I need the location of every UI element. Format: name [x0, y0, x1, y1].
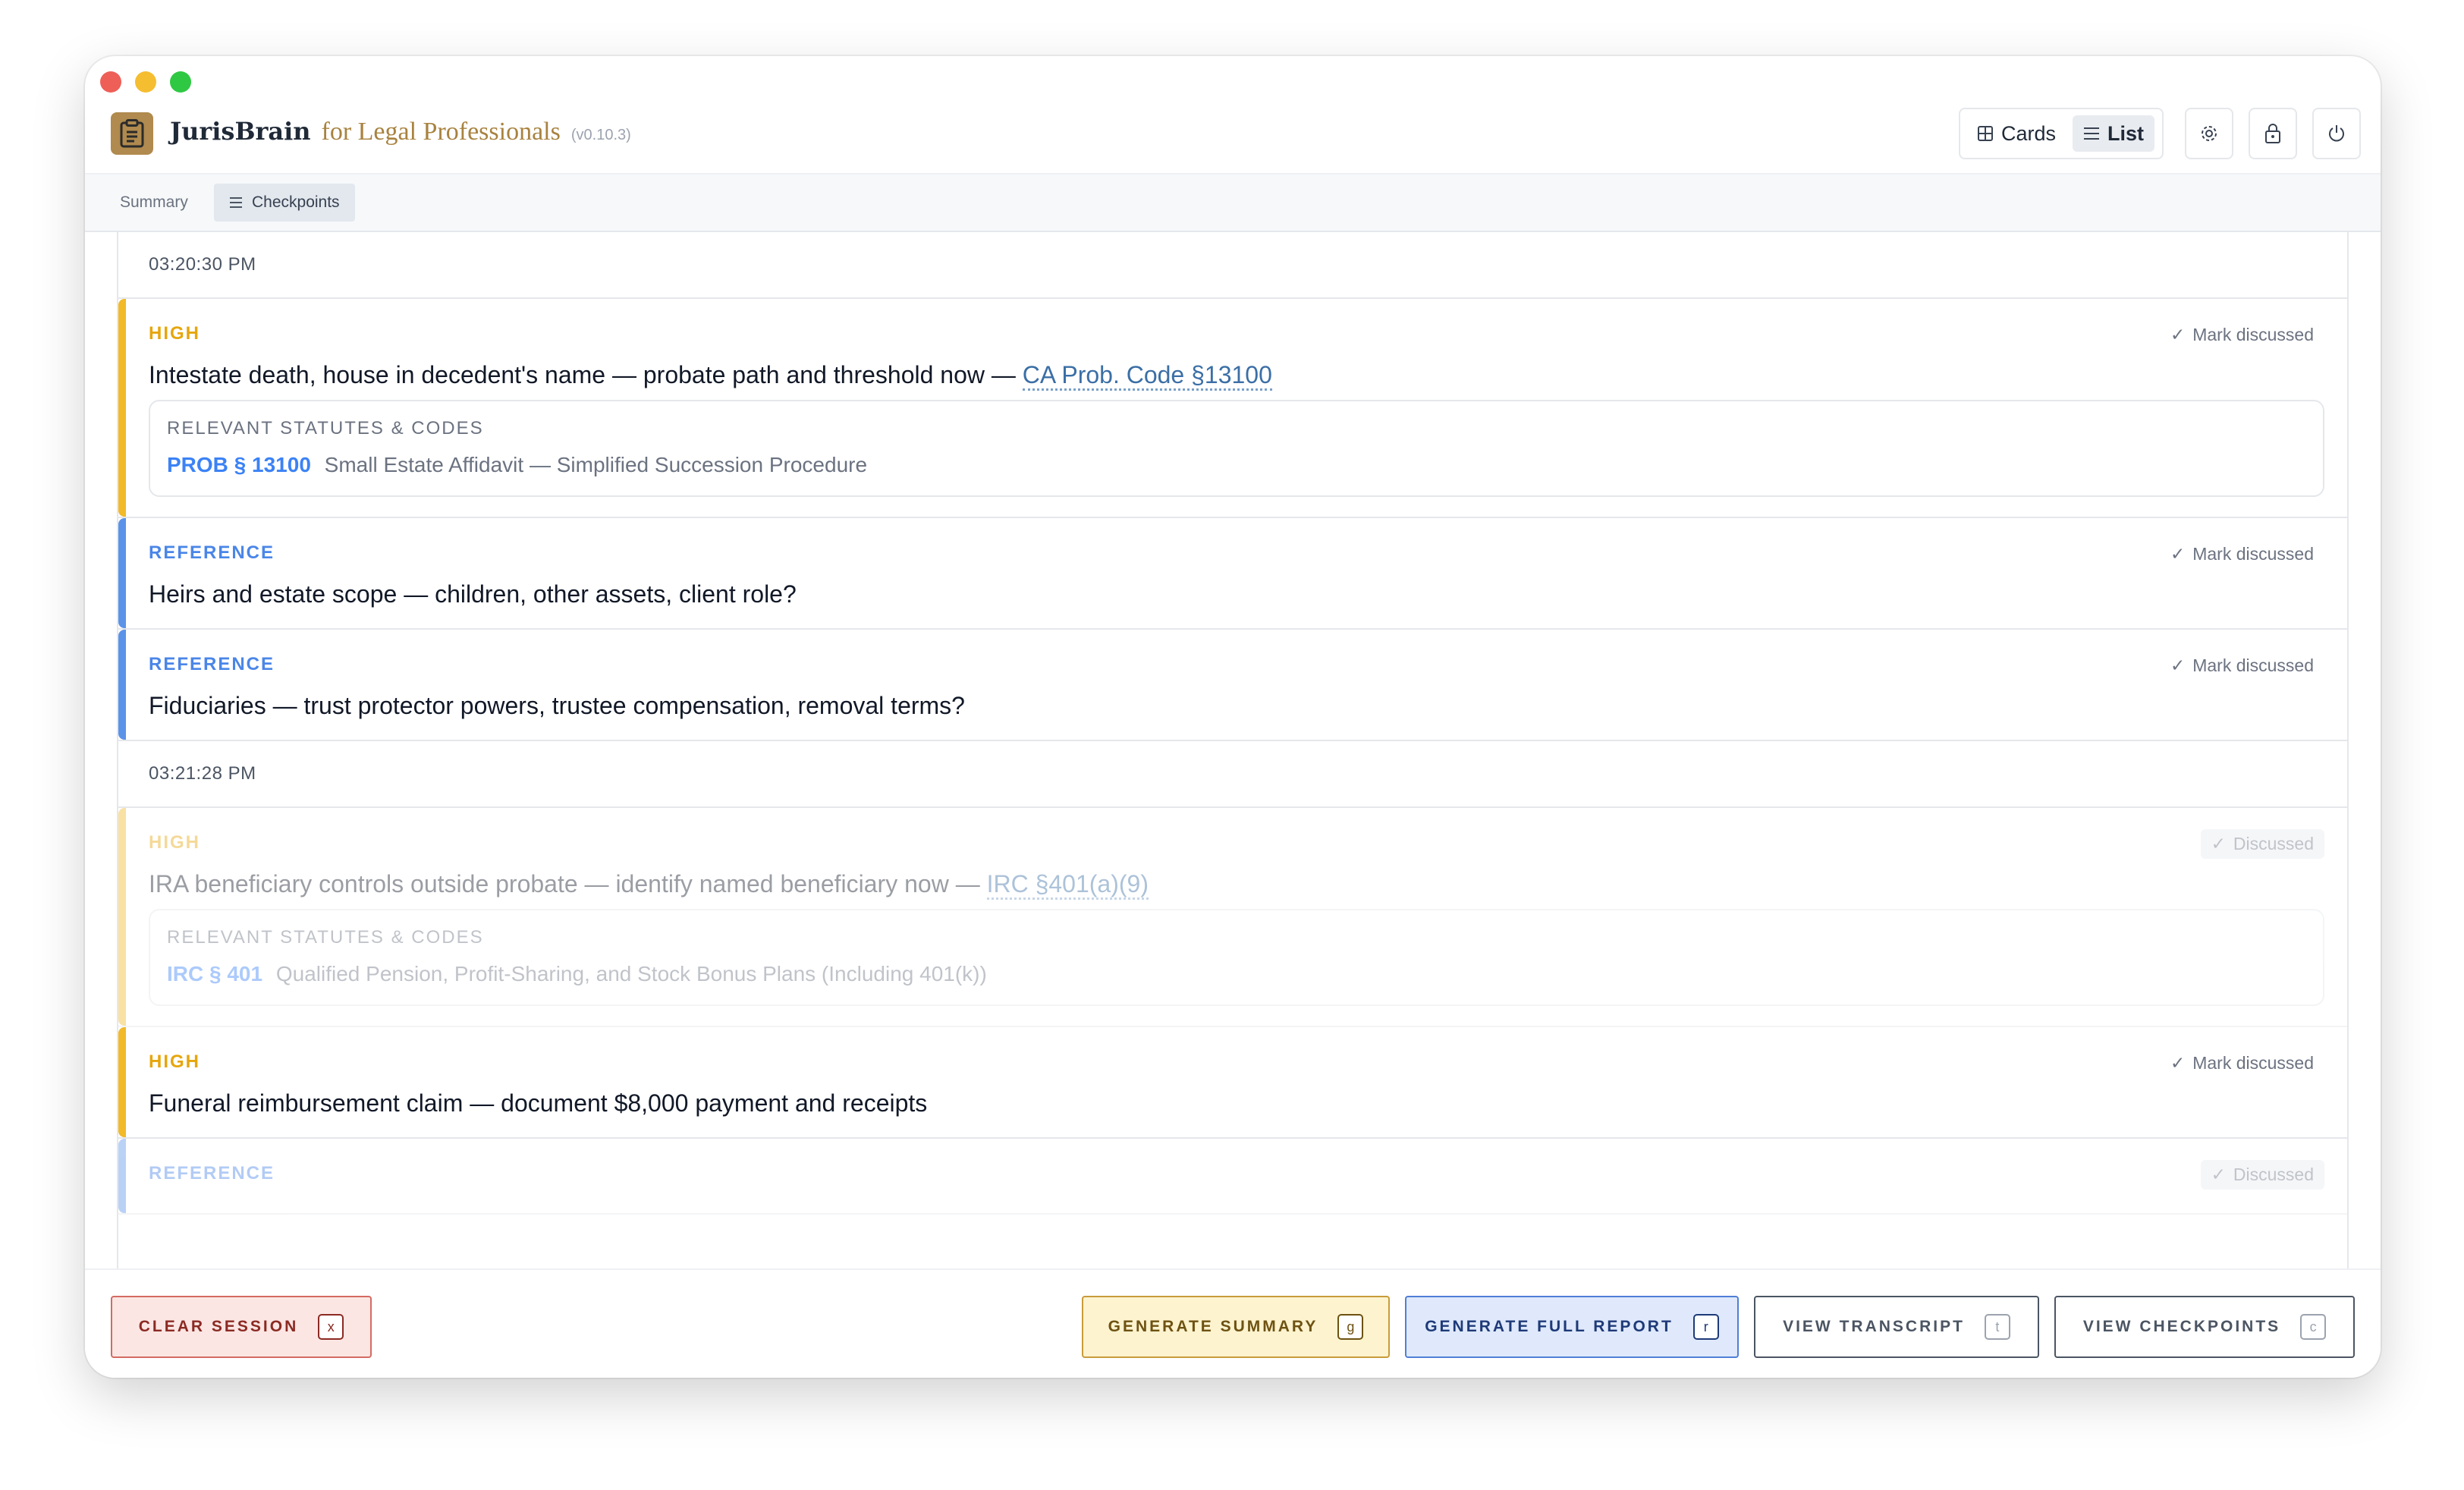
check-icon: ✓ [2170, 325, 2186, 344]
generate-full-report-label: GENERATE FULL REPORT [1425, 1318, 1674, 1335]
grid-icon [1978, 126, 1993, 141]
priority-badge: REFERENCE [149, 654, 275, 674]
priority-badge: HIGH [149, 323, 200, 344]
shortcut-key: g [1337, 1314, 1364, 1340]
tab-bar: Summary Checkpoints [85, 174, 2381, 232]
checkpoint-title-text: Intestate death, house in decedent's nam… [149, 361, 1023, 388]
checkpoint-title: Fiduciaries — trust protector powers, tr… [149, 692, 965, 719]
lock-button[interactable] [2249, 108, 2297, 159]
list-icon [2084, 127, 2100, 140]
view-transcript-button[interactable]: VIEW TRANSCRIPT t [1754, 1296, 2039, 1358]
mark-discussed-label: Mark discussed [2192, 1053, 2314, 1073]
power-button[interactable] [2312, 108, 2361, 159]
view-checkpoints-label: VIEW CHECKPOINTS [2082, 1318, 2281, 1335]
citation-link[interactable]: IRC §401(a)(9) [986, 870, 1149, 900]
checkpoint-card: HIGH ✓ Discussed IRA beneficiary control… [118, 808, 2347, 1027]
checkpoint-card: HIGH ✓ Mark discussed Funeral reimbursem… [118, 1027, 2347, 1139]
checkpoint-card: HIGH ✓ Mark discussed Intestate death, h… [118, 299, 2347, 518]
priority-badge: HIGH [149, 1051, 200, 1072]
generate-summary-label: GENERATE SUMMARY [1108, 1318, 1318, 1335]
checkpoint-title: Intestate death, house in decedent's nam… [149, 361, 2324, 391]
cards-view-label: Cards [2001, 121, 2057, 145]
app-subtitle: for Legal Professionals [321, 118, 561, 146]
generate-summary-button[interactable]: GENERATE SUMMARY g [1082, 1296, 1390, 1358]
shortcut-key: r [1692, 1314, 1719, 1340]
mark-discussed-label: Mark discussed [2192, 544, 2314, 564]
action-bar: CLEAR SESSION x GENERATE SUMMARY g GENER… [85, 1268, 2381, 1378]
app-title: JurisBrain for Legal Professionals (v0.1… [170, 117, 631, 146]
gear-icon [2202, 126, 2217, 141]
cards-view-button[interactable]: Cards [1966, 115, 2066, 152]
priority-badge: REFERENCE [149, 1163, 275, 1184]
checkpoint-title: Funeral reimbursement claim — document $… [149, 1089, 928, 1117]
view-transcript-label: VIEW TRANSCRIPT [1783, 1318, 1965, 1335]
generate-full-report-button[interactable]: GENERATE FULL REPORT r [1405, 1296, 1739, 1358]
checkpoint-title: IRA beneficiary controls outside probate… [149, 870, 2324, 900]
app-window: JurisBrain for Legal Professionals (v0.1… [85, 56, 2381, 1378]
check-icon: ✓ [2170, 655, 2186, 675]
checkpoint-title: Heirs and estate scope — children, other… [149, 580, 797, 608]
clear-session-button[interactable]: CLEAR SESSION x [111, 1296, 372, 1358]
statute-code-link[interactable]: IRC § 401 [167, 962, 262, 985]
shortcut-key: x [318, 1314, 344, 1340]
shortcut-key: c [2300, 1314, 2327, 1340]
mark-discussed-button[interactable]: ✓ Mark discussed [2170, 544, 2314, 564]
statutes-heading: RELEVANT STATUTES & CODES [167, 927, 484, 948]
mark-discussed-button[interactable]: ✓ Mark discussed [2170, 655, 2314, 676]
mark-discussed-label: Mark discussed [2192, 655, 2314, 675]
priority-badge: HIGH [149, 832, 200, 853]
tab-checkpoints[interactable]: Checkpoints [214, 184, 355, 222]
checkpoint-card: REFERENCE ✓ Discussed [118, 1139, 2347, 1215]
check-icon: ✓ [2211, 834, 2226, 853]
statute-description: Small Estate Affidavit — Simplified Succ… [324, 453, 868, 476]
statutes-heading: RELEVANT STATUTES & CODES [167, 418, 484, 439]
list-view-label: List [2107, 121, 2145, 145]
check-icon: ✓ [2170, 1053, 2186, 1073]
view-checkpoints-button[interactable]: VIEW CHECKPOINTS c [2054, 1296, 2355, 1358]
shortcut-key: t [1984, 1314, 2010, 1340]
list-view-button[interactable]: List [2073, 115, 2155, 152]
view-toggle: Cards List [1959, 108, 2164, 159]
settings-button[interactable] [2185, 108, 2233, 159]
app-version: (v0.10.3) [570, 127, 631, 143]
timestamp-header: 03:21:28 PM [118, 741, 2347, 808]
app-header: JurisBrain for Legal Professionals (v0.1… [85, 56, 2381, 174]
statutes-panel: RELEVANT STATUTES & CODES PROB § 13100 S… [149, 400, 2324, 497]
checkpoints-list[interactable]: 03:20:30 PM HIGH ✓ Mark discussed Intest… [117, 232, 2349, 1268]
discussed-label: Discussed [2233, 834, 2314, 853]
power-icon [2329, 125, 2344, 142]
discussed-status[interactable]: ✓ Discussed [2200, 829, 2324, 859]
app-name: JurisBrain [170, 117, 311, 146]
tab-summary-label: Summary [120, 193, 188, 211]
mark-discussed-button[interactable]: ✓ Mark discussed [2170, 1053, 2314, 1073]
mark-discussed-button[interactable]: ✓ Mark discussed [2170, 325, 2314, 345]
citation-link[interactable]: CA Prob. Code §13100 [1022, 361, 1272, 391]
checkpoint-card: REFERENCE ✓ Mark discussed Fiduciaries —… [118, 630, 2347, 741]
check-icon: ✓ [2211, 1165, 2226, 1184]
discussed-label: Discussed [2233, 1165, 2314, 1184]
list-icon [230, 197, 242, 208]
statute-entry: PROB § 13100 Small Estate Affidavit — Si… [167, 453, 2306, 477]
tab-summary[interactable]: Summary [105, 184, 203, 222]
checkpoint-card: REFERENCE ✓ Mark discussed Heirs and est… [118, 518, 2347, 630]
statute-code-link[interactable]: PROB § 13100 [167, 453, 311, 476]
checkpoint-title-text: IRA beneficiary controls outside probate… [149, 870, 987, 897]
discussed-status[interactable]: ✓ Discussed [2200, 1160, 2324, 1190]
timestamp-header: 03:20:30 PM [118, 232, 2347, 299]
lock-icon [2265, 124, 2280, 143]
statute-description: Qualified Pension, Profit-Sharing, and S… [275, 962, 987, 985]
tab-checkpoints-label: Checkpoints [252, 193, 340, 211]
statute-entry: IRC § 401 Qualified Pension, Profit-Shar… [167, 962, 2306, 986]
mark-discussed-label: Mark discussed [2192, 325, 2314, 344]
priority-badge: REFERENCE [149, 542, 275, 563]
clear-session-label: CLEAR SESSION [138, 1318, 299, 1335]
clipboard-icon [111, 112, 153, 155]
statutes-panel: RELEVANT STATUTES & CODES IRC § 401 Qual… [149, 909, 2324, 1006]
check-icon: ✓ [2170, 544, 2186, 564]
